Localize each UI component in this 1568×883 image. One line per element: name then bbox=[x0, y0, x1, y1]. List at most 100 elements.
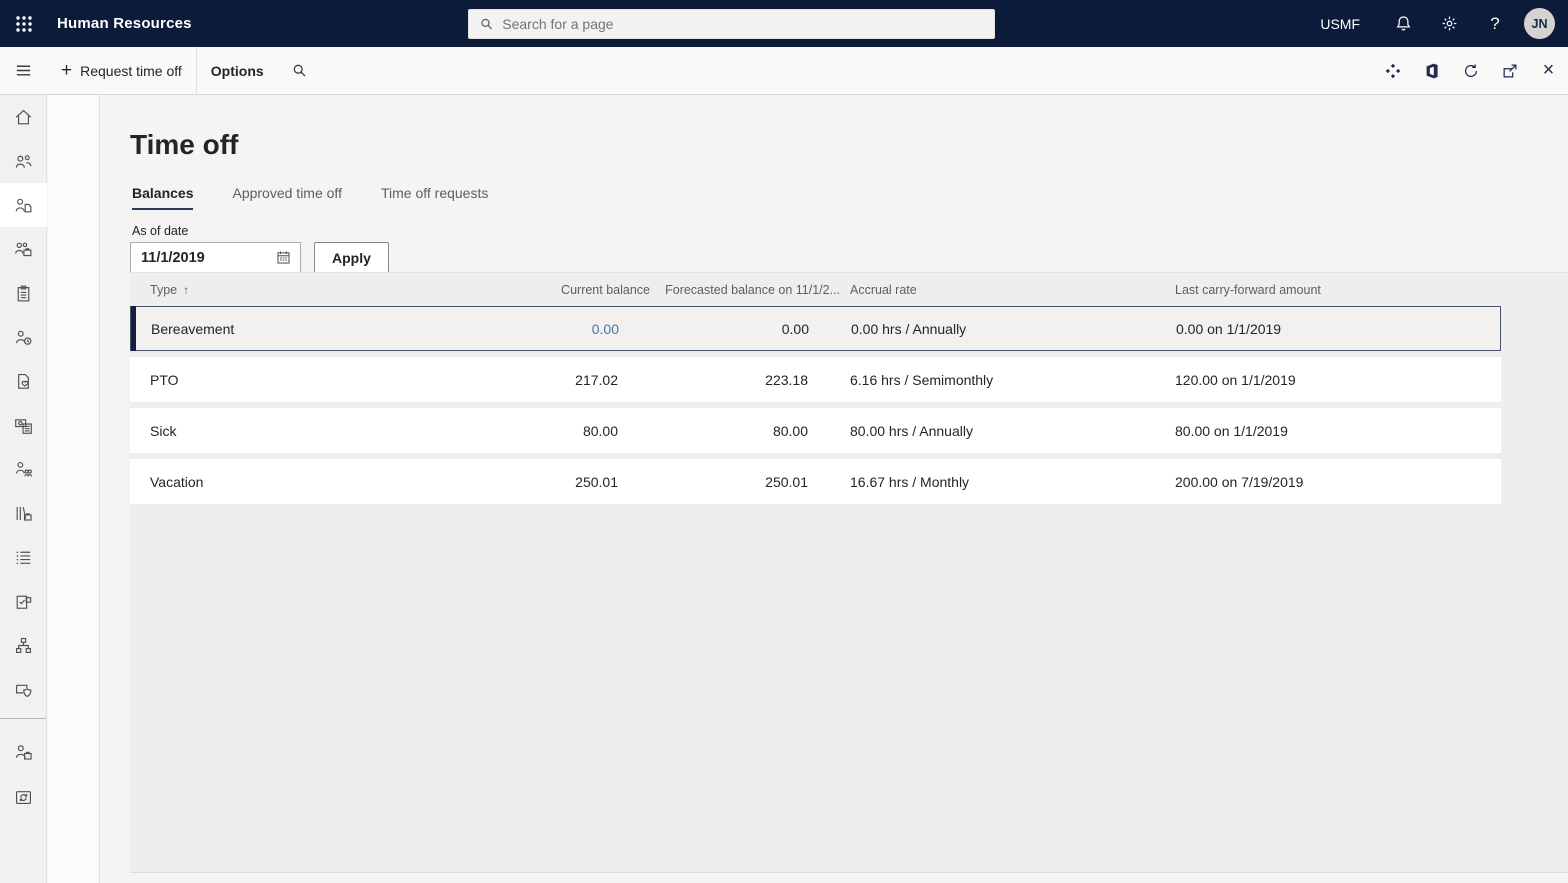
sidebar-item-org-chart[interactable] bbox=[0, 623, 47, 667]
sidebar-item-shield-panel[interactable] bbox=[0, 667, 47, 711]
cell-forecasted-balance: 223.18 bbox=[765, 371, 808, 388]
cell-forecasted-balance: 0.00 bbox=[781, 320, 809, 337]
person-document-icon bbox=[15, 198, 32, 212]
office-icon[interactable] bbox=[1412, 47, 1451, 95]
document-heart-icon bbox=[18, 373, 29, 389]
balance-link[interactable]: 0.00 bbox=[592, 321, 619, 337]
grid-header-row: Type ↑ Current balance Forecasted balance… bbox=[130, 273, 1501, 306]
books-briefcase-icon bbox=[16, 506, 32, 521]
person-people-icon bbox=[15, 461, 33, 477]
as-of-date-input[interactable] bbox=[141, 249, 275, 266]
page-search-input[interactable] bbox=[502, 16, 984, 32]
as-of-date-field[interactable] bbox=[130, 242, 301, 273]
tab-bar: Balances Approved time off Time off reques… bbox=[132, 185, 1568, 210]
column-header-carry-forward[interactable]: Last carry-forward amount bbox=[1150, 283, 1501, 297]
toolbar-search-icon[interactable] bbox=[278, 47, 322, 95]
cell-current-balance[interactable]: 0.00 bbox=[541, 321, 651, 337]
sidebar-item-person-briefcase[interactable] bbox=[0, 730, 47, 774]
bell-icon[interactable] bbox=[1380, 0, 1426, 47]
cell-current-balance: 80.00 bbox=[582, 422, 618, 439]
app-title: Human Resources bbox=[57, 15, 192, 32]
action-toolbar: + Request time off Options × bbox=[0, 46, 1568, 95]
org-chart-icon bbox=[15, 637, 32, 653]
shield-panel-icon bbox=[15, 684, 32, 697]
sidebar-item-person-document[interactable] bbox=[0, 183, 47, 227]
column-header-forecasted-balance[interactable]: Forecasted balance on 11/1/2... bbox=[650, 283, 840, 297]
search-icon bbox=[481, 18, 493, 30]
as-of-date-label: As of date bbox=[132, 224, 189, 238]
cell-current-balance: 217.02 bbox=[575, 371, 618, 388]
clipboard-check-icon bbox=[16, 595, 32, 609]
help-icon[interactable]: ? bbox=[1472, 0, 1518, 47]
sidebar-item-person-clock[interactable] bbox=[0, 315, 47, 359]
cell-current-balance: 250.01 bbox=[575, 473, 618, 490]
tab-time-off-requests[interactable]: Time off requests bbox=[381, 185, 488, 210]
cell-accrual-rate: 80.00 hrs / Annually bbox=[850, 422, 973, 439]
sidebar-item-document-heart[interactable] bbox=[0, 359, 47, 403]
tab-approved-time-off[interactable]: Approved time off bbox=[232, 185, 341, 210]
popout-icon[interactable] bbox=[1490, 47, 1529, 95]
person-clock-icon bbox=[15, 330, 32, 345]
person-briefcase-icon bbox=[15, 744, 32, 760]
calendar-icon[interactable] bbox=[275, 249, 292, 266]
refresh-icon[interactable] bbox=[1451, 47, 1490, 95]
top-navbar: Human Resources USMF ? JN bbox=[0, 0, 1568, 47]
box-sync-icon bbox=[15, 790, 32, 804]
cell-carry-forward: 80.00 on 1/1/2019 bbox=[1175, 422, 1288, 439]
sidebar-strip bbox=[48, 95, 100, 883]
column-header-type[interactable]: Type ↑ bbox=[130, 283, 540, 297]
column-header-accrual-rate[interactable]: Accrual rate bbox=[840, 283, 1150, 297]
cell-type: Bereavement bbox=[151, 320, 235, 337]
sidebar-item-list[interactable] bbox=[0, 535, 47, 579]
sort-ascending-icon: ↑ bbox=[183, 282, 190, 297]
cell-carry-forward: 200.00 on 7/19/2019 bbox=[1175, 473, 1304, 490]
people-briefcase-icon bbox=[15, 242, 32, 256]
sidebar-item-books-briefcase[interactable] bbox=[0, 491, 47, 535]
cell-carry-forward: 120.00 on 1/1/2019 bbox=[1175, 371, 1296, 388]
sidebar-item-clipboard-check[interactable] bbox=[0, 579, 47, 623]
cell-accrual-rate: 0.00 hrs / Annually bbox=[851, 320, 967, 337]
plus-icon: + bbox=[61, 59, 73, 81]
payroll-icon bbox=[15, 418, 32, 434]
page-title: Time off bbox=[130, 129, 239, 160]
balances-grid: Type ↑ Current balance Forecasted balance… bbox=[130, 272, 1568, 873]
cell-accrual-rate: 16.67 hrs / Monthly bbox=[850, 473, 970, 490]
main-content: Time off Balances Approved time off Time o… bbox=[101, 95, 1568, 883]
sidebar-item-person-people[interactable] bbox=[0, 447, 47, 491]
table-row-pto[interactable]: PTO 217.02 223.18 6.16 hrs / Semimonthly 120… bbox=[130, 357, 1501, 402]
apply-button[interactable]: Apply bbox=[314, 242, 389, 273]
options-button[interactable]: Options bbox=[197, 47, 278, 95]
sidebar-item-box-sync[interactable] bbox=[0, 774, 47, 818]
cell-type: PTO bbox=[150, 371, 179, 388]
cell-forecasted-balance: 250.01 bbox=[765, 473, 808, 490]
clipboard-icon bbox=[17, 285, 30, 301]
sidebar-item-home[interactable] bbox=[0, 95, 47, 139]
tab-balances[interactable]: Balances bbox=[132, 185, 194, 210]
cell-carry-forward: 0.00 on 1/1/2019 bbox=[1176, 320, 1282, 337]
list-icon bbox=[16, 550, 31, 564]
table-row-sick[interactable]: Sick 80.00 80.00 80.00 hrs / Annually 80.00 … bbox=[130, 408, 1501, 453]
cell-forecasted-balance: 80.00 bbox=[772, 422, 808, 439]
home-icon bbox=[15, 109, 32, 124]
hamburger-menu-icon[interactable] bbox=[0, 47, 47, 95]
sidebar-divider bbox=[0, 718, 46, 719]
table-row-vacation[interactable]: Vacation 250.01 250.01 16.67 hrs / Monthly 2… bbox=[130, 459, 1501, 504]
waffle-icon[interactable] bbox=[0, 0, 47, 47]
sidebar-item-people[interactable] bbox=[0, 139, 47, 183]
cell-type: Sick bbox=[150, 422, 177, 439]
sidebar-item-clipboard[interactable] bbox=[0, 271, 47, 315]
sidebar-item-payroll[interactable] bbox=[0, 403, 47, 447]
page-search-box[interactable] bbox=[468, 9, 995, 39]
diamonds-icon[interactable] bbox=[1373, 47, 1412, 95]
sidebar-item-people-briefcase[interactable] bbox=[0, 227, 47, 271]
company-selector[interactable]: USMF bbox=[1314, 12, 1366, 36]
gear-icon[interactable] bbox=[1426, 0, 1472, 47]
request-time-off-button[interactable]: + Request time off bbox=[47, 47, 196, 95]
close-icon[interactable]: × bbox=[1529, 47, 1568, 95]
avatar[interactable]: JN bbox=[1524, 8, 1555, 39]
column-header-current-balance[interactable]: Current balance bbox=[540, 283, 650, 297]
sidebar-nav-rail bbox=[0, 95, 47, 883]
people-icon bbox=[15, 154, 32, 168]
cell-accrual-rate: 6.16 hrs / Semimonthly bbox=[850, 371, 994, 388]
table-row-bereavement[interactable]: Bereavement 0.00 0.00 0.00 hrs / Annually 0.… bbox=[130, 306, 1501, 351]
